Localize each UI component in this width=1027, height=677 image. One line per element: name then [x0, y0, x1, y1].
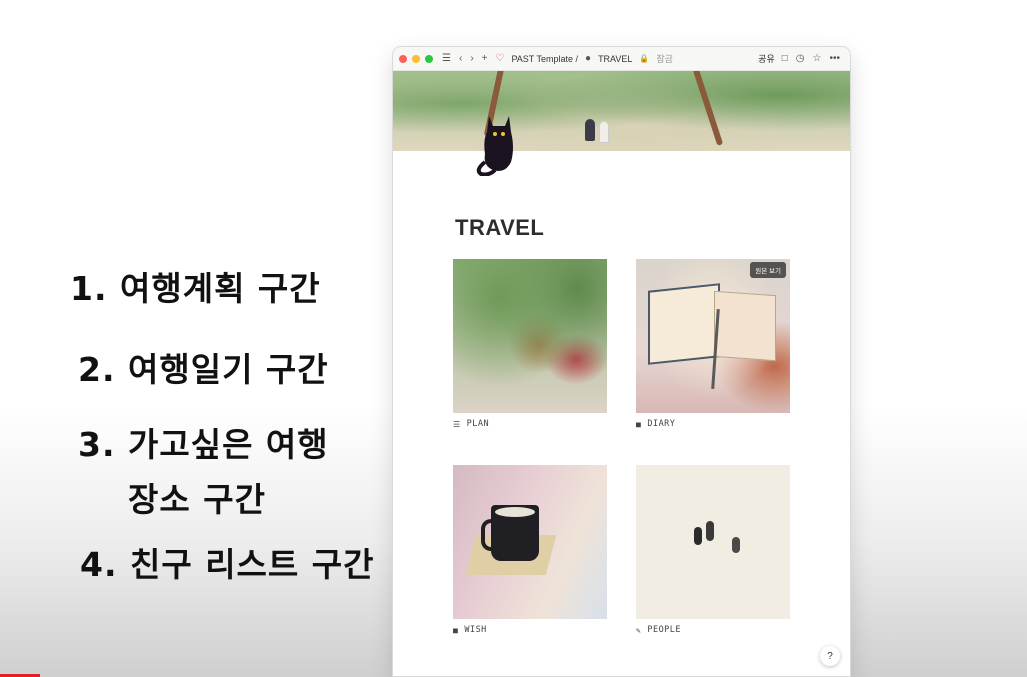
- star-icon[interactable]: ☆: [813, 53, 822, 64]
- notepad-icon: ☰: [453, 419, 461, 429]
- share-button[interactable]: 공유: [758, 52, 775, 65]
- back-icon[interactable]: ‹: [459, 53, 462, 64]
- note-1: 1. 여행계획 구간: [70, 269, 321, 308]
- close-window-button[interactable]: [399, 54, 407, 63]
- maximize-window-button[interactable]: [425, 54, 433, 63]
- breadcrumb-workspace[interactable]: PAST Template /: [511, 54, 578, 64]
- cat-illustration: [476, 116, 513, 176]
- page-title: TRAVEL: [455, 215, 545, 240]
- card-label-wish: WISH: [464, 625, 487, 635]
- people-image: [636, 465, 790, 619]
- note-4: 4. 친구 리스트 구간: [80, 545, 375, 584]
- breadcrumb-page[interactable]: TRAVEL: [598, 54, 632, 64]
- note-3b: 장소 구간: [128, 480, 266, 519]
- comment-icon[interactable]: □: [782, 53, 788, 64]
- title-bar: ☰ ‹ › + ♡ PAST Template / ● TRAVEL 🔒 잠금 …: [393, 47, 850, 71]
- cat-page-icon: ●: [585, 53, 592, 64]
- cover-image: [393, 71, 850, 151]
- forward-icon[interactable]: ›: [470, 53, 473, 64]
- box-icon: ■: [453, 625, 459, 635]
- note-2: 2. 여행일기 구간: [78, 350, 329, 389]
- lock-icon: 🔒: [639, 54, 650, 63]
- app-window: ☰ ‹ › + ♡ PAST Template / ● TRAVEL 🔒 잠금 …: [393, 47, 850, 676]
- lock-label[interactable]: 잠금: [656, 52, 673, 65]
- diary-image: 원본 보기: [636, 259, 790, 413]
- toolbar-right: 공유 □ ◷ ☆ •••: [755, 52, 844, 65]
- history-icon[interactable]: ◷: [796, 53, 805, 64]
- heart-icon: ♡: [495, 53, 505, 64]
- gallery-card-diary[interactable]: 원본 보기 ■ DIARY: [636, 259, 790, 429]
- menu-icon[interactable]: ☰: [442, 53, 451, 64]
- card-label-plan: PLAN: [466, 419, 490, 429]
- gallery-card-people[interactable]: ✎ PEOPLE: [636, 465, 790, 635]
- minimize-window-button[interactable]: [412, 54, 420, 63]
- add-icon[interactable]: +: [482, 53, 488, 64]
- card-label-people: PEOPLE: [647, 625, 682, 635]
- help-button[interactable]: ?: [820, 646, 840, 666]
- book-icon: ■: [636, 419, 642, 429]
- wish-image: [453, 465, 607, 619]
- open-original-button[interactable]: 원본 보기: [750, 262, 786, 278]
- more-icon[interactable]: •••: [829, 53, 840, 64]
- note-3a: 3. 가고싶은 여행: [78, 425, 329, 464]
- plan-image: [453, 259, 607, 413]
- pencil-icon: ✎: [636, 625, 642, 635]
- card-label-diary: DIARY: [647, 419, 676, 429]
- gallery-card-plan[interactable]: ☰ PLAN: [453, 259, 607, 429]
- gallery-card-wish[interactable]: ■ WISH: [453, 465, 607, 635]
